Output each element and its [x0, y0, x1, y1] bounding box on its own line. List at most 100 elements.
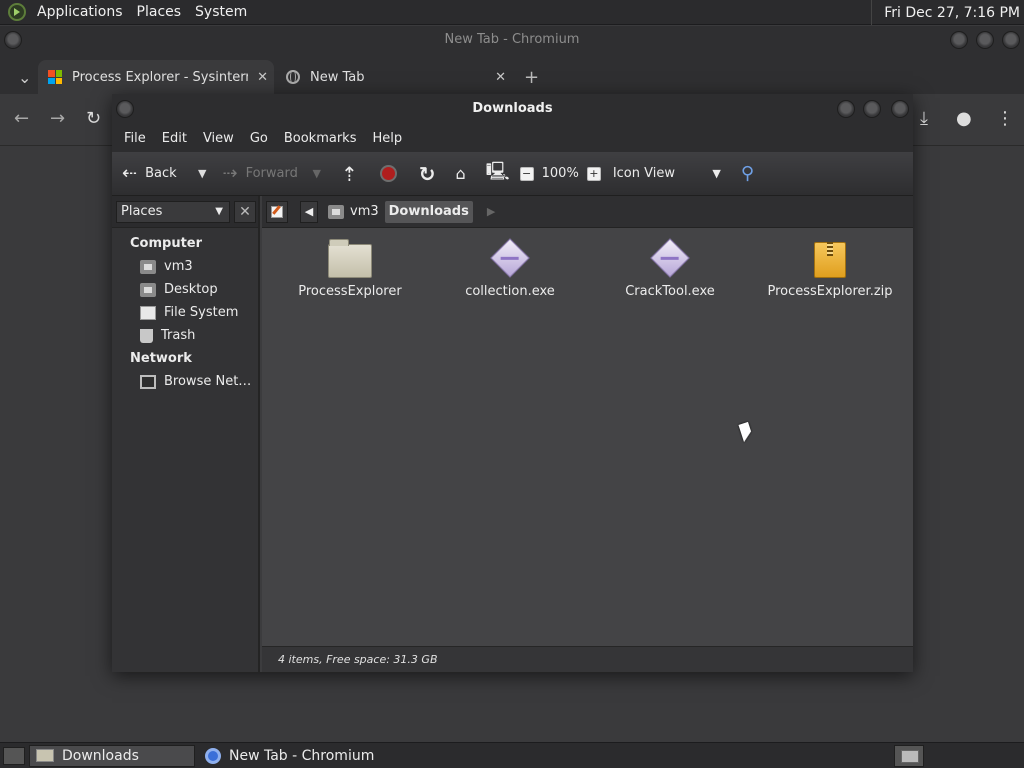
breadcrumb-label: Downloads	[388, 204, 469, 219]
close-sidebar-icon[interactable]: ✕	[234, 200, 256, 223]
forward-button[interactable]: ⇢ Forward	[222, 163, 312, 184]
breadcrumb-label: vm3	[350, 204, 379, 219]
panel-clock[interactable]: Fri Dec 27, 7:16 PM	[871, 0, 1020, 25]
status-bar: 4 items, Free space: 31.3 GB	[262, 646, 913, 672]
menu-view[interactable]: View	[195, 131, 242, 146]
menu-go[interactable]: Go	[242, 131, 276, 146]
menu-file[interactable]: File	[116, 131, 154, 146]
sidebar-type-select[interactable]: Places ▼	[116, 200, 230, 223]
trash-icon	[140, 328, 153, 343]
sidebar-group-network: Network	[130, 351, 192, 366]
sidebar-item-label: Browse Net…	[164, 374, 252, 389]
file-item-zip[interactable]: ProcessExplorer.zip	[750, 236, 910, 299]
reload-icon[interactable]: ↻	[419, 162, 436, 186]
chromium-titlebar[interactable]: New Tab - Chromium	[0, 26, 1024, 54]
sidebar-item-desktop[interactable]: Desktop	[112, 278, 258, 301]
tab-close-icon[interactable]: ✕	[257, 70, 268, 85]
download-icon[interactable]: ⤓	[920, 108, 928, 129]
view-mode-select[interactable]: Icon View ▼	[613, 166, 721, 181]
system-menu[interactable]: System	[188, 4, 254, 20]
show-desktop-icon[interactable]	[3, 746, 25, 765]
sidebar-item-file-system[interactable]: File System	[112, 301, 258, 324]
back-arrow-icon[interactable]: ←	[14, 108, 29, 129]
tab-label: Process Explorer - Sysinterna	[72, 69, 248, 85]
file-name: ProcessExplorer	[298, 284, 402, 299]
tab-close-icon[interactable]: ✕	[495, 70, 506, 85]
up-icon[interactable]: ⇡	[341, 162, 358, 186]
back-button[interactable]: ⇠ Back	[122, 163, 198, 184]
window-menu-icon[interactable]	[4, 31, 22, 49]
applications-menu[interactable]: Applications	[30, 4, 130, 20]
menu-edit[interactable]: Edit	[154, 131, 195, 146]
file-name: CrackTool.exe	[625, 284, 715, 299]
close-button[interactable]	[1002, 31, 1020, 49]
back-arrow-icon: ⇠	[122, 163, 138, 184]
forward-arrow-icon: ⇢	[222, 163, 238, 184]
reload-icon[interactable]: ↻	[86, 108, 101, 129]
places-menu[interactable]: Places	[130, 4, 189, 20]
search-icon[interactable]: ⚲	[741, 163, 754, 184]
path-forward-arrow-icon[interactable]: ▶	[487, 205, 495, 218]
stop-icon[interactable]	[379, 165, 397, 182]
globe-icon	[286, 70, 300, 84]
close-button[interactable]	[891, 100, 909, 118]
tab-list-chevron-icon[interactable]: ⌄	[8, 60, 36, 94]
file-item-exe[interactable]: collection.exe	[430, 236, 590, 299]
more-menu-icon[interactable]: ⋮	[996, 108, 1014, 129]
zoom-level[interactable]: 100%	[542, 166, 579, 181]
home-icon	[140, 259, 156, 274]
minimize-button[interactable]	[837, 100, 855, 118]
edit-location-icon[interactable]	[266, 200, 288, 223]
file-manager-menubar: File Edit View Go Bookmarks Help	[112, 124, 913, 152]
network-icon	[140, 374, 156, 389]
file-manager-window: Downloads File Edit View Go Bookmarks He…	[112, 94, 913, 672]
menu-help[interactable]: Help	[364, 131, 410, 146]
sidebar-item-label: File System	[164, 305, 239, 320]
menu-bookmarks[interactable]: Bookmarks	[276, 131, 365, 146]
window-menu-icon[interactable]	[116, 100, 134, 118]
tab-new-tab[interactable]: New Tab ✕	[276, 60, 512, 94]
file-manager-body: Places ▼ ✕ Computer vm3 Desktop File Sys…	[112, 196, 913, 672]
top-panel: Applications Places System Fri Dec 27, 7…	[0, 0, 1024, 25]
chromium-window-title: New Tab - Chromium	[444, 32, 580, 47]
forward-arrow-icon[interactable]: →	[50, 108, 65, 129]
sidebar: Places ▼ ✕ Computer vm3 Desktop File Sys…	[112, 196, 260, 672]
minimize-button[interactable]	[950, 31, 968, 49]
taskbar-item-chromium[interactable]: New Tab - Chromium	[199, 745, 380, 767]
home-icon[interactable]: ⌂	[455, 164, 465, 183]
breadcrumb-vm3[interactable]: vm3	[324, 201, 383, 223]
computer-icon[interactable]: 🖳	[486, 159, 510, 189]
breadcrumb-downloads[interactable]: Downloads	[384, 200, 473, 223]
forward-history-dropdown-icon[interactable]: ▼	[312, 167, 320, 180]
microsoft-icon	[48, 70, 62, 84]
tab-process-explorer[interactable]: Process Explorer - Sysinterna ✕	[38, 60, 274, 94]
folder-icon	[36, 749, 54, 762]
back-history-dropdown-icon[interactable]: ▼	[198, 167, 206, 180]
sidebar-item-trash[interactable]: Trash	[112, 324, 258, 347]
distro-logo-icon[interactable]	[8, 3, 26, 21]
executable-icon	[490, 238, 530, 278]
chromium-tab-strip: ⌄ Process Explorer - Sysinterna ✕ New Ta…	[0, 54, 1024, 94]
file-item-folder[interactable]: ProcessExplorer	[270, 236, 430, 299]
sidebar-select-label: Places	[121, 204, 163, 219]
sidebar-item-vm3[interactable]: vm3	[112, 255, 258, 278]
taskbar-item-label: New Tab - Chromium	[229, 747, 375, 764]
zoom-in-icon[interactable]: +	[586, 166, 601, 181]
archive-icon	[814, 242, 846, 278]
taskbar-item-downloads[interactable]: Downloads	[29, 744, 195, 767]
forward-label: Forward	[245, 166, 298, 181]
file-manager-titlebar[interactable]: Downloads	[112, 94, 913, 124]
file-grid: ProcessExplorer collection.exe CrackTool…	[262, 228, 913, 640]
file-item-exe[interactable]: CrackTool.exe	[590, 236, 750, 299]
file-manager-title: Downloads	[472, 101, 553, 116]
bottom-taskbar: Downloads New Tab - Chromium	[0, 742, 1024, 768]
new-tab-button[interactable]: +	[514, 60, 549, 94]
maximize-button[interactable]	[863, 100, 881, 118]
sidebar-item-label: vm3	[164, 259, 193, 274]
workspace-switcher-icon[interactable]	[894, 745, 924, 767]
profile-icon[interactable]: ●	[956, 108, 972, 129]
zoom-out-icon[interactable]: −	[519, 166, 534, 181]
sidebar-item-browse-network[interactable]: Browse Net…	[112, 370, 258, 393]
path-back-arrow-icon[interactable]: ◀	[300, 200, 318, 223]
maximize-button[interactable]	[976, 31, 994, 49]
